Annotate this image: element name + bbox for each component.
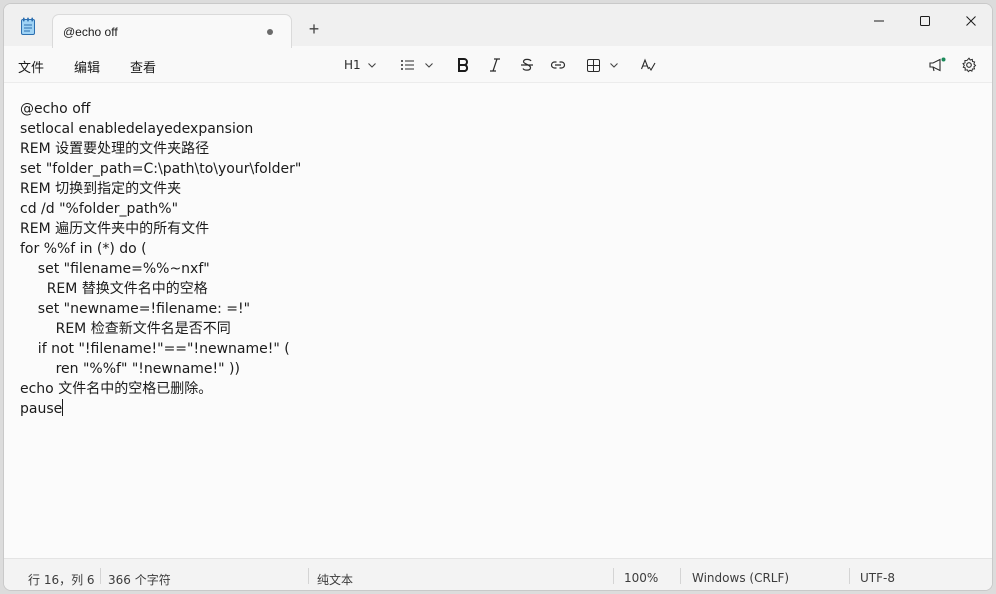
tab-document[interactable]: @echo off <box>52 14 292 48</box>
list-icon <box>401 60 414 70</box>
notification-dot <box>941 57 946 62</box>
menu-bar: 文件 编辑 查看 H1 <box>4 48 992 80</box>
editor-line: for %%f in (*) do ( <box>20 241 147 257</box>
new-tab-button[interactable]: + <box>302 18 326 42</box>
status-divider <box>613 568 614 584</box>
line-ending[interactable]: Windows (CRLF) <box>692 571 789 585</box>
notepad-icon <box>20 17 36 35</box>
status-divider <box>849 568 850 584</box>
text-editor[interactable]: @echo off setlocal enabledelayedexpansio… <box>4 82 992 558</box>
italic-button[interactable] <box>488 54 502 76</box>
editor-line: echo 文件名中的空格已删除。 <box>20 381 213 397</box>
status-divider <box>308 568 309 584</box>
editor-line-text: pause <box>20 401 63 417</box>
heading-label: H1 <box>344 58 361 72</box>
editor-line: REM 检查新文件名是否不同 <box>20 321 231 337</box>
editor-line: ren "%%f" "!newname!" )) <box>20 361 240 377</box>
editor-line: REM 替换文件名中的空格 <box>20 281 208 297</box>
settings-button[interactable] <box>961 54 977 76</box>
minimize-icon <box>874 20 884 22</box>
chevron-down-icon <box>610 63 618 68</box>
chevron-down-icon <box>367 63 376 68</box>
status-divider <box>100 568 101 584</box>
editor-line: if not "!filename!"=="!newname!" ( <box>20 341 290 357</box>
editor-line: REM 设置要处理的文件夹路径 <box>20 141 210 157</box>
maximize-icon <box>920 16 930 26</box>
text-format[interactable]: 纯文本 <box>317 571 353 588</box>
cursor-position[interactable]: 行 16，列 6 <box>28 571 95 588</box>
zoom-level[interactable]: 100% <box>624 571 658 585</box>
editor-content[interactable]: @echo off setlocal enabledelayedexpansio… <box>20 99 301 419</box>
spellcheck-button[interactable] <box>640 54 656 76</box>
menu-file[interactable]: 文件 <box>18 57 44 76</box>
heading-dropdown[interactable]: H1 <box>344 54 377 76</box>
status-divider <box>680 568 681 584</box>
link-icon <box>550 61 566 69</box>
encoding[interactable]: UTF-8 <box>860 571 895 585</box>
editor-line: setlocal enabledelayedexpansion <box>20 121 254 137</box>
bold-button[interactable] <box>456 54 470 76</box>
title-bar: @echo off + <box>4 4 992 48</box>
editor-line-last: pause <box>20 399 301 419</box>
table-dropdown[interactable] <box>586 54 619 76</box>
editor-line: set "folder_path=C:\path\to\your\folder" <box>20 161 302 177</box>
editor-line: REM 遍历文件夹中的所有文件 <box>20 221 210 237</box>
minimize-button[interactable] <box>856 4 902 38</box>
chevron-down-icon <box>425 63 433 68</box>
strikethrough-button[interactable] <box>520 54 534 76</box>
italic-icon <box>490 58 500 72</box>
character-count: 366 个字符 <box>108 573 171 587</box>
unsaved-indicator-icon[interactable] <box>267 29 273 35</box>
editor-line: @echo off <box>20 101 91 117</box>
spellcheck-icon <box>640 58 656 72</box>
editor-line: REM 切换到指定的文件夹 <box>20 181 182 197</box>
table-icon <box>587 58 600 72</box>
menu-edit[interactable]: 编辑 <box>74 57 100 76</box>
editor-line: cd /d "%folder_path%" <box>20 201 179 217</box>
close-button[interactable] <box>948 4 992 38</box>
close-icon <box>966 16 976 26</box>
tab-title: @echo off <box>63 25 118 39</box>
maximize-button[interactable] <box>902 4 948 38</box>
menu-view[interactable]: 查看 <box>130 57 156 76</box>
link-button[interactable] <box>550 54 566 76</box>
notifications-button[interactable] <box>928 54 946 76</box>
editor-line: set "filename=%%~nxf" <box>20 261 210 277</box>
notepad-window: @echo off + 文件 编辑 查看 H1 @echo off setloc… <box>3 3 993 591</box>
editor-line: set "newname=!filename: =!" <box>20 301 251 317</box>
status-bar: 行 16，列 6 366 个字符 纯文本 100% Windows (CRLF)… <box>4 558 992 590</box>
list-dropdown[interactable] <box>400 54 434 76</box>
bold-icon <box>458 58 469 72</box>
gear-icon <box>962 57 977 73</box>
megaphone-icon <box>929 57 946 72</box>
text-caret <box>62 399 64 416</box>
strikethrough-icon <box>521 58 533 71</box>
